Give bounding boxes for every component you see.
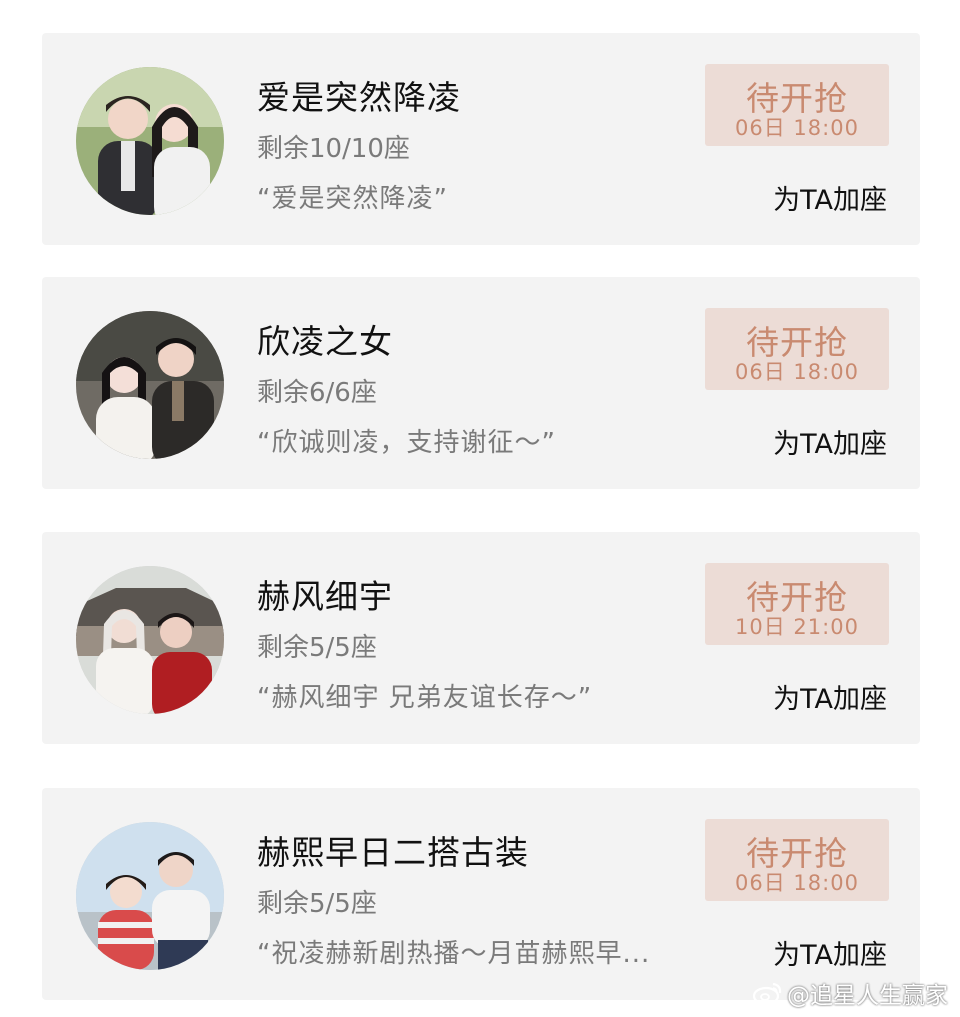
avatar[interactable]	[76, 566, 224, 714]
seats-remaining: 剩余10/10座	[257, 134, 410, 164]
add-seat-button[interactable]: 为TA加座	[773, 422, 887, 461]
avatar[interactable]	[76, 822, 224, 970]
card-quote: “赫风细宇 兄弟友谊长存～”	[257, 683, 593, 713]
card-quote: “祝凌赫新剧热播～月苗赫熙早...	[257, 939, 651, 969]
add-seat-button[interactable]: 为TA加座	[773, 933, 887, 972]
status-badge[interactable]: 待开抢 06日 18:00	[705, 64, 889, 146]
card-title: 赫熙早日二搭古装	[257, 833, 529, 872]
couple-photo-avatar-icon	[76, 822, 224, 970]
avatar[interactable]	[76, 67, 224, 215]
avatar[interactable]	[76, 311, 224, 459]
watermark-text: @追星人生赢家	[787, 983, 948, 1009]
list-item[interactable]: 赫风细宇 剩余5/5座 “赫风细宇 兄弟友谊长存～” 待开抢 10日 21:00…	[42, 532, 920, 744]
add-seat-button[interactable]: 为TA加座	[773, 178, 887, 217]
status-badge[interactable]: 待开抢 06日 18:00	[705, 308, 889, 390]
list-item[interactable]: 欣凌之女 剩余6/6座 “欣诚则凌，支持谢征～” 待开抢 06日 18:00 为…	[42, 277, 920, 489]
card-quote: “爱是突然降凌”	[257, 184, 448, 214]
add-seat-button[interactable]: 为TA加座	[773, 677, 887, 716]
status-time: 10日 21:00	[735, 615, 859, 639]
seats-remaining: 剩余5/5座	[257, 633, 377, 663]
couple-photo-avatar-icon	[76, 67, 224, 215]
card-title: 赫风细宇	[257, 577, 393, 616]
watermark: @追星人生赢家	[753, 976, 948, 1010]
status-time: 06日 18:00	[735, 116, 859, 140]
card-quote: “欣诚则凌，支持谢征～”	[257, 428, 556, 458]
seats-remaining: 剩余5/5座	[257, 889, 377, 919]
status-badge[interactable]: 待开抢 10日 21:00	[705, 563, 889, 645]
status-time: 06日 18:00	[735, 360, 859, 384]
card-title: 欣凌之女	[257, 322, 393, 361]
couple-photo-avatar-icon	[76, 311, 224, 459]
seats-remaining: 剩余6/6座	[257, 378, 377, 408]
list-item[interactable]: 赫熙早日二搭古装 剩余5/5座 “祝凌赫新剧热播～月苗赫熙早... 待开抢 06…	[42, 788, 920, 1000]
weibo-icon	[753, 982, 782, 1005]
duo-photo-avatar-icon	[76, 566, 224, 714]
list-item[interactable]: 爱是突然降凌 剩余10/10座 “爱是突然降凌” 待开抢 06日 18:00 为…	[42, 33, 920, 245]
status-badge[interactable]: 待开抢 06日 18:00	[705, 819, 889, 901]
card-title: 爱是突然降凌	[257, 78, 461, 117]
status-time: 06日 18:00	[735, 871, 859, 895]
